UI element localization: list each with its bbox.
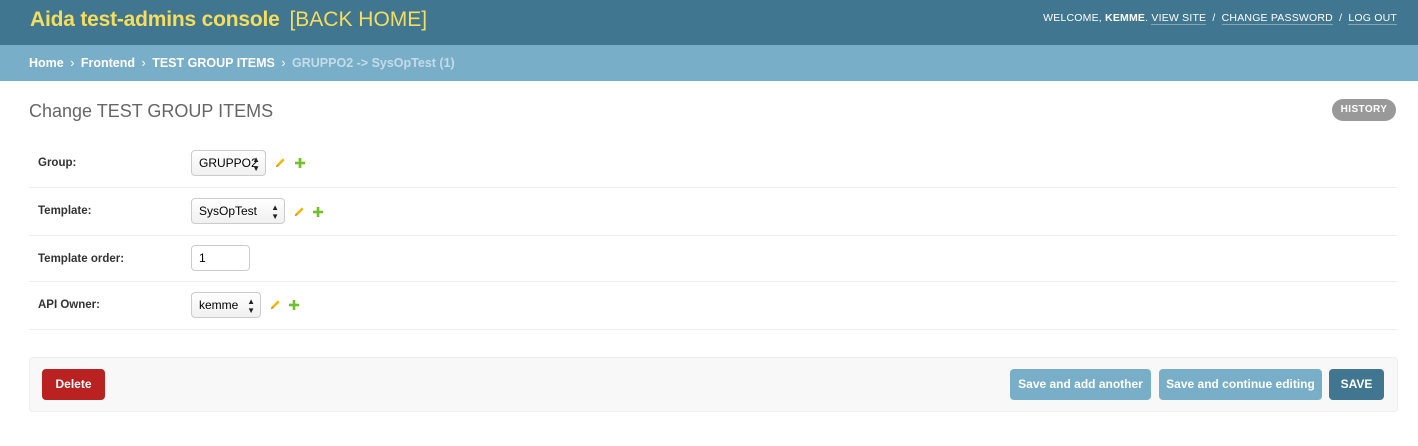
header: Aida test-admins console [BACK HOME] Wel… (0, 0, 1418, 45)
api-owner-label: API Owner: (38, 299, 100, 311)
form-row-group: Group: GRUPPO2 ▲ ▼ (29, 141, 1397, 188)
breadcrumb-test-group-items[interactable]: TEST GROUP ITEMS (152, 56, 275, 70)
submit-row: Delete Save and add another Save and con… (29, 357, 1398, 412)
save-and-add-another-button[interactable]: Save and add another (1010, 369, 1151, 400)
api-owner-select[interactable]: kemme ▲ ▼ (191, 292, 261, 318)
template-order-label: Template order: (38, 253, 125, 265)
user-tools: Welcome, kemme. View site / Change passw… (1043, 12, 1397, 25)
plus-icon[interactable] (313, 207, 323, 217)
user-tools-separator: / (1212, 12, 1216, 24)
delete-button[interactable]: Delete (42, 369, 105, 400)
site-title[interactable]: Aida test-admins console (30, 8, 280, 31)
group-select[interactable]: GRUPPO2 ▲ ▼ (191, 150, 266, 176)
template-select[interactable]: SysOpTest ▲ ▼ (191, 198, 285, 224)
pencil-icon[interactable] (294, 206, 305, 217)
branding: Aida test-admins console [BACK HOME] (30, 8, 427, 32)
breadcrumb: Home › Frontend › TEST GROUP ITEMS › GRU… (0, 45, 1418, 81)
plus-icon[interactable] (295, 158, 305, 168)
form-row-template: Template: SysOpTest ▲ ▼ (29, 188, 1397, 236)
back-home-link[interactable]: [BACK HOME] (289, 8, 427, 31)
change-password-link[interactable]: Change password (1221, 12, 1333, 25)
form-row-template-order: Template order: 1 (29, 236, 1397, 282)
breadcrumb-frontend[interactable]: Frontend (81, 56, 135, 70)
select-arrows-icon: ▲ ▼ (271, 203, 279, 221)
save-button[interactable]: SAVE (1329, 369, 1384, 400)
template-select-value: SysOpTest (199, 204, 258, 218)
select-arrows-icon: ▲ ▼ (247, 297, 255, 315)
log-out-link[interactable]: Log out (1348, 12, 1397, 25)
breadcrumb-separator: › (281, 56, 286, 70)
breadcrumb-current: GRUPPO2 -> SysOpTest (1) (292, 56, 455, 70)
template-label: Template: (38, 205, 92, 217)
page-title: Change TEST GROUP ITEMS (29, 101, 274, 121)
group-select-value: GRUPPO2 (199, 156, 258, 170)
breadcrumb-separator: › (141, 56, 146, 70)
pencil-icon[interactable] (275, 157, 286, 168)
welcome-text: Welcome, (1043, 12, 1102, 24)
save-and-continue-button[interactable]: Save and continue editing (1159, 369, 1322, 400)
template-order-input[interactable]: 1 (191, 245, 250, 271)
group-label: Group: (38, 157, 77, 169)
form-row-api-owner: API Owner: kemme ▲ ▼ (29, 282, 1397, 330)
username: kemme (1105, 12, 1146, 24)
pencil-icon[interactable] (270, 299, 281, 310)
history-button[interactable]: HISTORY (1332, 99, 1396, 121)
breadcrumb-home[interactable]: Home (29, 56, 64, 70)
plus-icon[interactable] (289, 300, 299, 310)
api-owner-select-value: kemme (199, 298, 239, 312)
breadcrumb-separator: › (70, 56, 75, 70)
template-order-value: 1 (199, 251, 206, 265)
select-arrows-icon: ▲ ▼ (252, 155, 260, 173)
view-site-link[interactable]: View site (1151, 12, 1207, 25)
user-tools-separator: / (1339, 12, 1343, 24)
